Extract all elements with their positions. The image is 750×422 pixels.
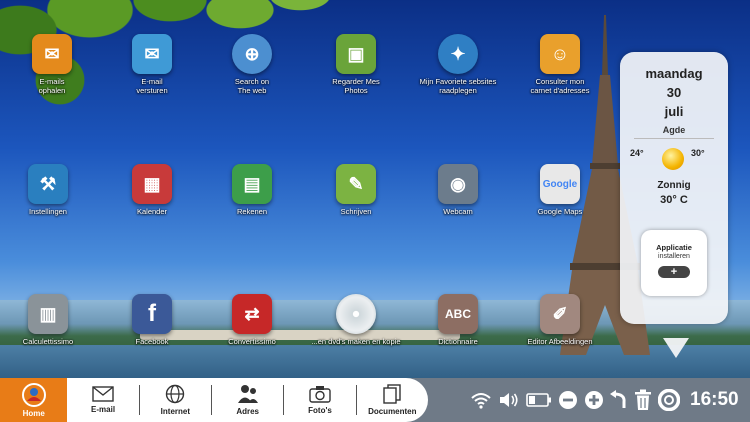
install-app-subtitle: installeren (658, 253, 690, 260)
home-logo-icon (21, 382, 46, 407)
camera-icon (309, 386, 331, 403)
envelope-icon (92, 386, 114, 402)
back-arrow-icon[interactable] (610, 390, 628, 410)
volume-icon[interactable] (498, 391, 520, 409)
desktop-icon-label: Editor Afbeeldingen (527, 337, 593, 346)
weather-day: maandag (645, 66, 703, 81)
desktop-icon-google-maps[interactable]: Google Google Maps (508, 164, 612, 217)
desktop-icon-convertissimo[interactable]: ⇄ Convertissimo (200, 294, 304, 347)
install-app-title: Applicatie (656, 243, 692, 252)
dock-item-label: Internet (160, 407, 191, 416)
desktop-icon-label: Calculettissimo (22, 337, 74, 346)
contacts-icon (237, 385, 258, 403)
spreadsheet-icon: ▤ (232, 164, 272, 204)
dock-item-email[interactable]: E-mail (67, 378, 138, 422)
zoom-in-icon[interactable] (584, 390, 604, 410)
desktop-icon-label: Mijn Favoriete sebsites raadplegen (419, 77, 497, 95)
dock-item-internet[interactable]: Internet (140, 378, 211, 422)
dock-item-adres[interactable]: Adres (212, 378, 283, 422)
zoom-out-icon[interactable] (558, 390, 578, 410)
trash-icon[interactable] (634, 389, 652, 411)
desktop-icon-search-web[interactable]: ⊕ Search on The web (200, 34, 304, 95)
address-book-icon: ☺ (540, 34, 580, 74)
wifi-icon[interactable] (470, 391, 492, 409)
weather-month: juli (664, 104, 684, 119)
desktop-icon-label: ...en dvd's maken en kopie (311, 337, 401, 346)
weather-temp-min: 24° (630, 148, 644, 158)
weather-temp-max: 30° (691, 148, 705, 158)
favorites-globe-icon: ✦ (438, 34, 478, 74)
dock: Home E-mail Internet Adres Foto's Docume… (0, 378, 428, 422)
webcam-icon: ◉ (438, 164, 478, 204)
documents-icon (383, 384, 401, 404)
desktop-icon-favorite-websites[interactable]: ✦ Mijn Favoriete sebsites raadplegen (406, 34, 510, 95)
desktop-icon-webcam[interactable]: ◉ Webcam (406, 164, 510, 217)
desktop-icon-photos[interactable]: ▣ Regarder Mes Photos (304, 34, 408, 95)
clock: 16:50 (690, 389, 739, 410)
desktop-icon-instellingen[interactable]: ⚒ Instellingen (0, 164, 100, 217)
desktop-icon-label: Schrijven (340, 207, 372, 216)
dvd-icon (336, 294, 376, 334)
globe-www-icon: ⊕ (232, 34, 272, 74)
desktop-icon-label: Google Maps (537, 207, 583, 216)
desktop-icon-label: E-mails ophalen (38, 77, 66, 95)
document-write-icon: ✎ (336, 164, 376, 204)
calculator-icon: ▥ (28, 294, 68, 334)
desktop-icon-label: Dictionnaire (438, 337, 478, 346)
desktop-icon-label: Facebook (135, 337, 169, 346)
desktop-icon-label: E-mail versturen (136, 77, 168, 95)
desktop-icon-dvd[interactable]: ...en dvd's maken en kopie (304, 294, 408, 347)
calendar-icon: ▦ (132, 164, 172, 204)
widget-toggle-arrow[interactable] (663, 338, 689, 358)
weather-city: Agde (662, 125, 686, 135)
home-button[interactable]: Home (0, 378, 68, 422)
google-maps-icon: Google (540, 164, 580, 204)
desktop-icon-calculettissimo[interactable]: ▥ Calculettissimo (0, 294, 100, 347)
plus-icon: + (658, 266, 690, 278)
desktop-icon-email-versturen[interactable]: ✉ E-mail versturen (100, 34, 204, 95)
desktop-icon-label: Kalender (136, 207, 168, 216)
converter-icon: ⇄ (232, 294, 272, 334)
email-download-icon: ✉ (32, 34, 72, 74)
dock-item-label: Foto's (308, 406, 332, 415)
weather-condition: Zonnig (657, 180, 691, 191)
desktop-icon-label: Regarder Mes Photos (332, 77, 380, 95)
weather-divider (634, 138, 714, 139)
desktop-icon-rekenen[interactable]: ▤ Rekenen (200, 164, 304, 217)
sun-icon (662, 148, 684, 170)
desktop-icon-dictionnaire[interactable]: ABC Dictionnaire (406, 294, 510, 347)
desktop-icon-label: Search on The web (234, 77, 270, 95)
home-label: Home (22, 408, 45, 418)
globe-icon (166, 384, 185, 404)
system-tray: 16:50 (470, 385, 739, 415)
dictionary-icon: ABC (438, 294, 478, 334)
facebook-icon: f (132, 294, 172, 334)
photos-icon: ▣ (336, 34, 376, 74)
dock-item-documenten[interactable]: Documenten (357, 378, 428, 422)
desktop-icon-address-book[interactable]: ☺ Consulter mon carnet d'adresses (508, 34, 612, 95)
settings-tools-icon: ⚒ (28, 164, 68, 204)
email-send-icon: ✉ (132, 34, 172, 74)
desktop-icon-label: Webcam (443, 207, 473, 216)
desktop-icon-label: Instellingen (29, 207, 67, 216)
install-app-button[interactable]: Applicatie installeren + (641, 230, 707, 296)
desktop-icon-emails-ophalen[interactable]: ✉ E-mails ophalen (0, 34, 104, 95)
desktop-icon-label: Rekenen (236, 207, 268, 216)
desktop-icon-schrijven[interactable]: ✎ Schrijven (304, 164, 408, 217)
desktop-icon-facebook[interactable]: f Facebook (100, 294, 204, 347)
dock-item-label: Adres (236, 407, 259, 416)
battery-icon (526, 393, 551, 407)
desktop-icon-label: Convertissimo (228, 337, 276, 346)
dock-item-label: E-mail (91, 405, 116, 414)
dock-item-label: Documenten (368, 407, 417, 416)
help-lifebuoy-icon[interactable] (658, 389, 680, 411)
weather-current-temp: 30° C (660, 194, 688, 206)
dock-item-fotos[interactable]: Foto's (284, 378, 355, 422)
image-editor-icon: ✐ (540, 294, 580, 334)
desktop-icon-kalender[interactable]: ▦ Kalender (100, 164, 204, 217)
desktop-icon-label: Consulter mon carnet d'adresses (530, 77, 590, 95)
weather-date: 30 (666, 85, 682, 100)
desktop-icon-editor-afbeeldingen[interactable]: ✐ Editor Afbeeldingen (508, 294, 612, 347)
